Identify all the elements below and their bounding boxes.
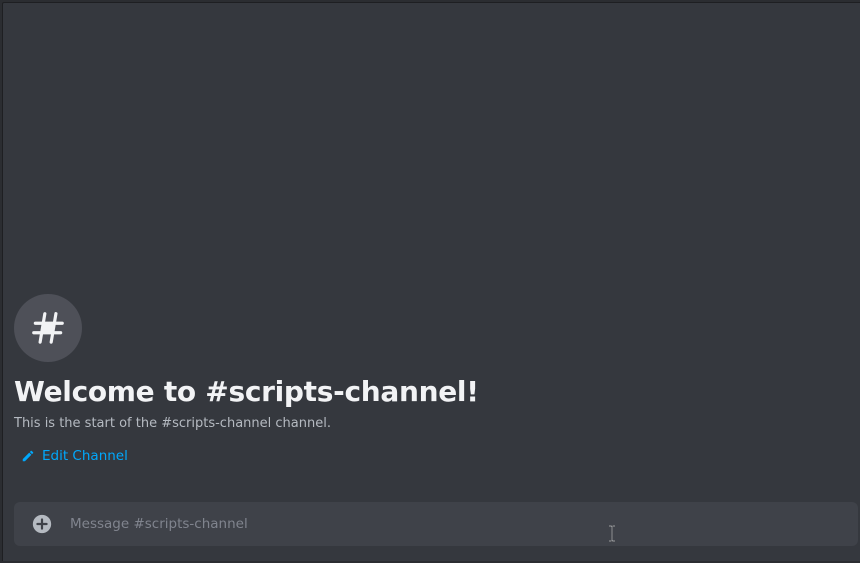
chat-area (2, 2, 860, 561)
channel-avatar (14, 294, 82, 362)
message-input[interactable] (70, 514, 858, 534)
edit-channel-link[interactable]: Edit Channel (21, 446, 128, 466)
message-composer (14, 502, 858, 546)
welcome-title: Welcome to #scripts-channel! (14, 375, 479, 408)
pencil-icon (22, 450, 34, 462)
channel-welcome: Welcome to #scripts-channel! This is the… (14, 294, 834, 467)
plus-circle-icon (32, 514, 52, 534)
hashtag-icon (32, 312, 64, 344)
welcome-subtitle: This is the start of the #scripts-channe… (14, 416, 331, 431)
text-cursor-icon (609, 525, 615, 542)
attach-button[interactable] (30, 512, 54, 536)
edit-channel-label: Edit Channel (42, 448, 128, 464)
